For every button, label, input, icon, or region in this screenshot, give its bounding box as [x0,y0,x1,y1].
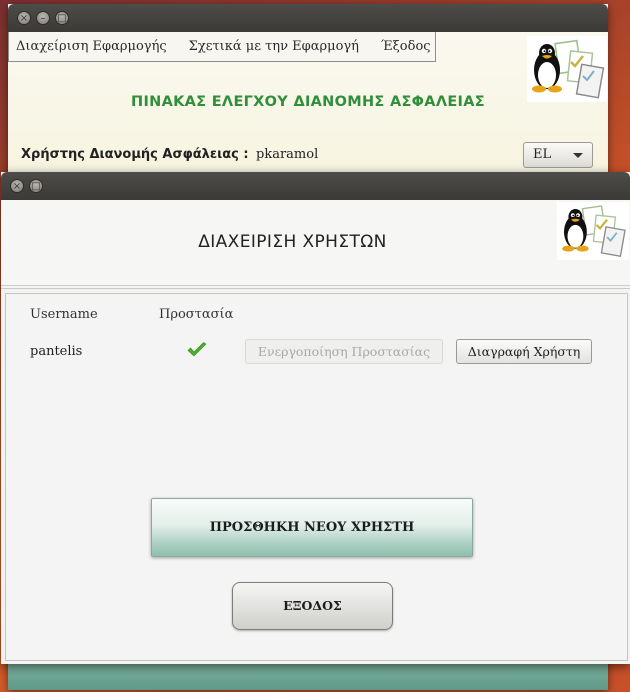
header-divider [1,288,630,289]
language-select-value: EL [533,147,552,162]
add-user-button[interactable]: ΠΡΟΣΘΗΚΗ ΝΕΟΥ ΧΡΗΣΤΗ [151,498,473,557]
column-header-protection: Προστασία [159,307,234,322]
checkmark-icon [187,342,207,357]
user-management-dialog: × □ ΔΙΑΧΕΙΡΙΣΗ ΧΡΗΣΤΩΝ Username Προστασί… [1,172,630,664]
exit-button[interactable]: ΕΞΟΔΟΣ [232,582,393,630]
user-row-username: pantelis [30,344,83,359]
maximize-icon[interactable]: □ [55,11,69,25]
enable-protection-button[interactable]: Ενεργοποίηση Προστασίας [245,339,443,364]
dashboard-title: ΠΙΝΑΚΑΣ ΕΛΕΓΧΟΥ ΔΙΑΝΟΜΗΣ ΑΣΦΑΛΕΙΑΣ [131,94,485,110]
dropdown-caret-icon [573,153,583,158]
main-window-titlebar[interactable]: × – □ [8,4,608,32]
language-select[interactable]: EL [523,142,593,168]
column-header-username: Username [30,307,98,322]
close-icon[interactable]: × [17,11,31,25]
menubar: Διαχείριση Εφαρμογής Σχετικά με την Εφαρ… [8,32,436,62]
current-user-value: pkaramol [256,147,319,162]
delete-user-button[interactable]: Διαγραφή Χρήστη [456,339,592,364]
menu-exit[interactable]: Έξοδος [380,39,442,54]
menu-app-management[interactable]: Διαχείριση Εφαρμογής [15,39,178,54]
close-icon[interactable]: × [10,179,24,193]
current-user-label: Χρήστης Διανομής Ασφάλειας : [21,147,249,162]
dialog-titlebar[interactable]: × □ [1,172,630,200]
maximize-icon[interactable]: □ [29,179,43,193]
page-title: ΔΙΑΧΕΙΡΙΣΗ ΧΡΗΣΤΩΝ [198,232,387,252]
menu-about[interactable]: Σχετικά με την Εφαρμογή [188,39,370,54]
tux-logo-icon [527,36,607,102]
minimize-icon[interactable]: – [36,11,50,25]
main-window-bottom-bar [8,664,608,690]
